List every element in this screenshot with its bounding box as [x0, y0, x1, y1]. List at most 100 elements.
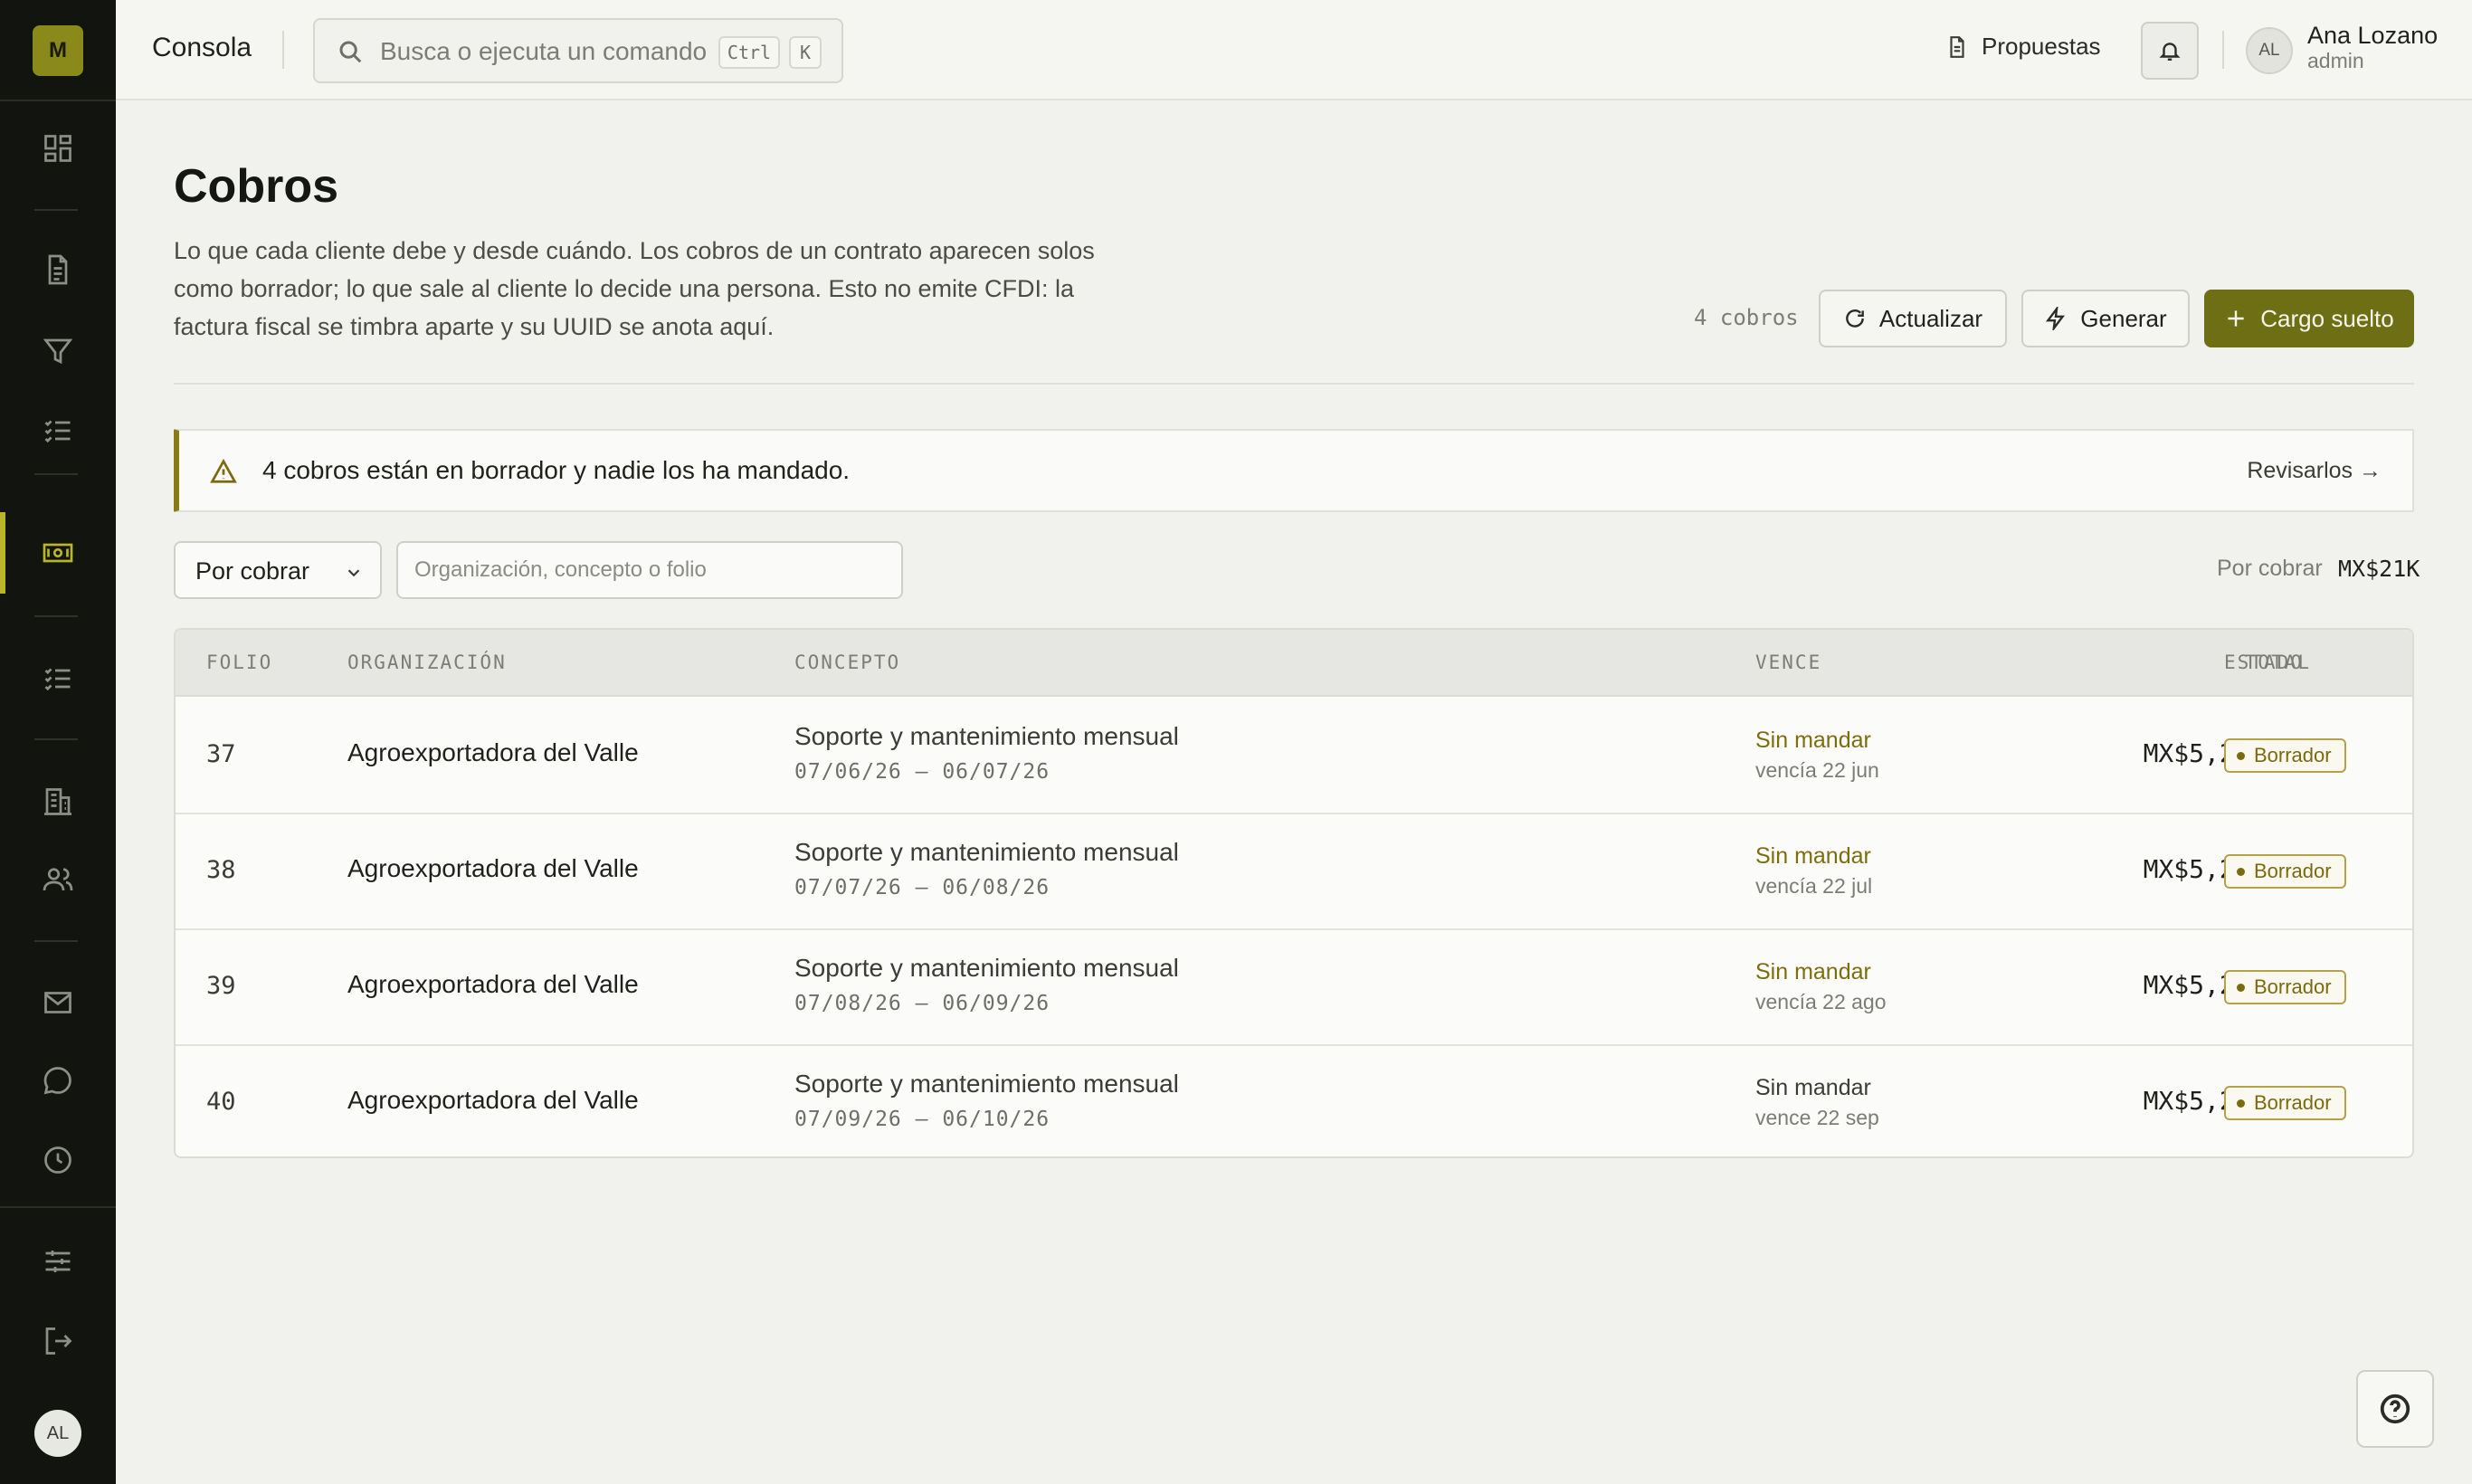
due-status: Sin mandar	[1755, 1075, 1871, 1100]
column-organization[interactable]: ORGANIZACIÓN	[347, 652, 507, 673]
refresh-icon	[1846, 309, 1864, 328]
topbar: Consola Busca o ejecuta un comando Ctrl …	[116, 0, 2472, 100]
avatar[interactable]: AL	[34, 1410, 81, 1457]
page-description: Lo que cada cliente debe y desde cuándo.…	[174, 237, 1095, 340]
table-row[interactable]: 39 Agroexportadora del Valle Soporte y m…	[176, 930, 2412, 1046]
help-button[interactable]	[2356, 1370, 2434, 1448]
folio-cell: 40	[206, 1088, 236, 1116]
organization-cell: Agroexportadora del Valle	[347, 738, 639, 766]
folio-cell: 38	[206, 856, 236, 884]
period-cell: 07/09/26 – 06/10/26	[794, 1108, 1051, 1131]
user-avatar[interactable]: AL	[2246, 27, 2293, 74]
search-icon	[337, 38, 366, 67]
period-cell: 07/07/26 – 06/08/26	[794, 876, 1051, 899]
column-folio[interactable]: FOLIO	[206, 652, 272, 673]
due-date: vencía 22 ago	[1755, 990, 1887, 1013]
organization-cell: Agroexportadora del Valle	[347, 1086, 639, 1114]
clock-icon[interactable]	[36, 1138, 80, 1182]
organization-cell: Agroexportadora del Valle	[347, 854, 639, 882]
review-link[interactable]: Revisarlos →	[2247, 458, 2382, 484]
refresh-button[interactable]: Actualizar	[1819, 290, 2007, 347]
summary-label: Por cobrar	[2217, 556, 2323, 581]
add-charge-label: Cargo suelto	[2260, 304, 2394, 332]
status-dot	[2237, 1099, 2245, 1108]
concept-cell: Soporte y mantenimiento mensual	[794, 954, 1179, 982]
workspace-logo[interactable]: M	[33, 25, 83, 76]
chat-icon[interactable]	[36, 1059, 80, 1102]
table-header: FOLIO ORGANIZACIÓN CONCEPTO VENCE TOTAL …	[176, 630, 2412, 697]
column-concept[interactable]: CONCEPTO	[794, 652, 900, 673]
table-row[interactable]: 40 Agroexportadora del Valle Soporte y m…	[176, 1046, 2412, 1156]
status-filter-value: Por cobrar	[195, 557, 310, 585]
summary-value: MX$21K	[2338, 556, 2420, 582]
sidebar-divider	[34, 615, 78, 617]
due-date: vence 22 sep	[1755, 1106, 1879, 1129]
mail-icon[interactable]	[36, 981, 80, 1024]
organization-cell: Agroexportadora del Valle	[347, 970, 639, 998]
search-input[interactable]	[396, 541, 903, 599]
chevron-down-icon	[344, 563, 364, 583]
status-dot	[2237, 867, 2245, 876]
sidebar-divider	[34, 940, 78, 942]
draft-alert: 4 cobros están en borrador y nadie los h…	[174, 429, 2414, 512]
user-role: admin	[2307, 49, 2364, 72]
status-dot	[2237, 751, 2245, 760]
status-badge: Borrador	[2224, 970, 2346, 1004]
charges-table: FOLIO ORGANIZACIÓN CONCEPTO VENCE TOTAL …	[174, 628, 2414, 1158]
status-badge: Borrador	[2224, 738, 2346, 773]
table-row[interactable]: 38 Agroexportadora del Valle Soporte y m…	[176, 814, 2412, 930]
billing-icon[interactable]	[36, 531, 80, 575]
filter-icon[interactable]	[36, 329, 80, 373]
generate-label: Generar	[2080, 304, 2167, 332]
status-dot	[2237, 983, 2245, 992]
period-cell: 07/08/26 – 06/09/26	[794, 992, 1051, 1015]
building-icon[interactable]	[36, 780, 80, 823]
folio-cell: 39	[206, 972, 236, 1000]
due-status: Sin mandar	[1755, 728, 1871, 753]
page-title: Cobros	[174, 160, 338, 213]
bell-icon	[2159, 43, 2181, 61]
document-icon[interactable]	[36, 248, 80, 291]
status-badge: Borrador	[2224, 854, 2346, 889]
status-label: Borrador	[2254, 975, 2332, 998]
due-status: Sin mandar	[1755, 959, 1871, 985]
users-icon[interactable]	[36, 858, 80, 901]
period-cell: 07/06/26 – 06/07/26	[794, 760, 1051, 784]
status-filter-select[interactable]: Por cobrar	[174, 541, 382, 599]
due-date: vencía 22 jul	[1755, 874, 1873, 898]
due-status: Sin mandar	[1755, 843, 1871, 869]
dashboard-icon[interactable]	[36, 127, 80, 170]
sidebar-divider	[34, 473, 78, 475]
record-count: 4 cobros	[1694, 305, 1799, 330]
shortcut-key-k: K	[789, 36, 822, 69]
proposals-link[interactable]: Propuestas	[1945, 33, 2101, 61]
generate-button[interactable]: Generar	[2021, 290, 2190, 347]
topbar-divider	[2222, 31, 2224, 69]
active-indicator	[0, 512, 5, 594]
add-charge-button[interactable]: Cargo suelto	[2204, 290, 2414, 347]
table-row[interactable]: 37 Agroexportadora del Valle Soporte y m…	[176, 699, 2412, 814]
folio-cell: 37	[206, 740, 236, 768]
sidebar-divider	[34, 209, 78, 211]
header-divider	[174, 383, 2414, 385]
status-label: Borrador	[2254, 744, 2332, 766]
user-name[interactable]: Ana Lozano	[2307, 22, 2438, 50]
tasks-icon[interactable]	[36, 657, 80, 700]
help-icon	[2380, 1394, 2410, 1424]
checklist-icon[interactable]	[36, 409, 80, 452]
sidebar-divider	[34, 738, 78, 740]
proposals-label: Propuestas	[1982, 33, 2101, 60]
logout-icon[interactable]	[36, 1319, 80, 1363]
shortcut-key-ctrl: Ctrl	[718, 36, 780, 69]
column-status[interactable]: ESTADO	[2224, 652, 2304, 673]
alert-text: 4 cobros están en borrador y nadie los h…	[262, 456, 851, 484]
sidebar: M AL	[0, 0, 116, 1484]
refresh-label: Actualizar	[1878, 304, 1983, 332]
command-search[interactable]: Busca o ejecuta un comando Ctrl K	[313, 18, 843, 83]
notifications-button[interactable]	[2141, 22, 2199, 80]
concept-cell: Soporte y mantenimiento mensual	[794, 1070, 1179, 1098]
document-icon	[1950, 35, 1964, 58]
settings-icon[interactable]	[36, 1240, 80, 1283]
column-due[interactable]: VENCE	[1755, 652, 1821, 673]
sidebar-divider	[0, 100, 116, 101]
